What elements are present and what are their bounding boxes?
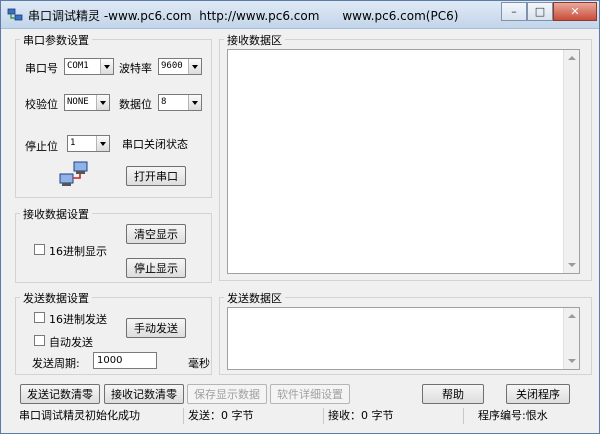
parity-value: NONE — [67, 97, 89, 107]
auto-send-checkbox[interactable] — [34, 335, 45, 346]
receive-area-title: 接收数据区 — [224, 32, 285, 48]
databits-select[interactable]: 8 — [158, 94, 202, 111]
scroll-down-icon[interactable] — [564, 353, 579, 369]
serial-params-group: 串口参数设置 串口号 COM1 波特率 9600 校验位 NONE 数据位 8 … — [15, 32, 212, 198]
hex-send-label: 16进制发送 — [49, 313, 107, 326]
serial-connection-icon — [59, 161, 88, 186]
baud-select[interactable]: 9600 — [158, 58, 202, 75]
send-period-input[interactable]: 1000 — [93, 352, 157, 369]
send-scrollbar[interactable] — [563, 308, 579, 369]
receive-settings-title: 接收数据设置 — [20, 206, 92, 222]
receive-settings-group: 接收数据设置 16进制显示 清空显示 停止显示 — [15, 206, 212, 283]
manual-send-button[interactable]: 手动发送 — [126, 318, 186, 338]
baud-value: 9600 — [161, 61, 183, 71]
send-area-title: 发送数据区 — [224, 290, 285, 306]
hex-send-checkbox[interactable] — [34, 312, 45, 323]
port-value: COM1 — [67, 61, 89, 71]
chevron-down-icon — [96, 95, 109, 110]
databits-value: 8 — [161, 97, 167, 107]
auto-send-label: 自动发送 — [49, 336, 93, 349]
send-data-textarea[interactable] — [227, 307, 580, 370]
parity-select[interactable]: NONE — [64, 94, 110, 111]
chevron-down-icon — [188, 95, 201, 110]
maximize-button[interactable]: □ — [527, 2, 553, 21]
open-port-button[interactable]: 打开串口 — [126, 166, 186, 186]
hex-display-checkbox[interactable] — [34, 244, 45, 255]
receive-data-group: 接收数据区 — [219, 32, 592, 281]
port-select[interactable]: COM1 — [64, 58, 114, 75]
save-display-button[interactable]: 保存显示数据 — [187, 384, 267, 404]
clear-recv-count-button[interactable]: 接收记数清零 — [104, 384, 184, 404]
serial-port-app-icon — [7, 8, 23, 21]
chevron-down-icon — [188, 59, 201, 74]
title-bar[interactable]: 串口调试精灵 -www.pc6.com http://www.pc6.com w… — [1, 1, 599, 29]
stopbits-label: 停止位 — [25, 140, 58, 153]
sent-bytes-status: 发送：0 字节 — [183, 408, 321, 424]
databits-label: 数据位 — [119, 98, 152, 111]
receive-scrollbar[interactable] — [563, 50, 579, 273]
minimize-button[interactable]: – — [501, 2, 527, 21]
send-settings-group: 发送数据设置 16进制发送 自动发送 手动发送 发送周期: 1000 毫秒 — [15, 290, 212, 375]
port-label: 串口号 — [25, 62, 58, 75]
window-title: 串口调试精灵 -www.pc6.com http://www.pc6.com w… — [28, 9, 459, 23]
app-window: 串口调试精灵 -www.pc6.com http://www.pc6.com w… — [0, 0, 600, 434]
stopbits-select[interactable]: 1 — [67, 135, 110, 152]
chevron-down-icon — [96, 136, 109, 151]
hex-display-label: 16进制显示 — [49, 245, 107, 258]
port-status-text: 串口关闭状态 — [122, 138, 188, 151]
close-program-button[interactable]: 关闭程序 — [506, 384, 570, 404]
clear-send-count-button[interactable]: 发送记数清零 — [20, 384, 100, 404]
scroll-up-icon[interactable] — [564, 308, 579, 324]
send-settings-title: 发送数据设置 — [20, 290, 92, 306]
chevron-down-icon — [100, 59, 113, 74]
status-bar: 串口调试精灵初始化成功 发送：0 字节 接收：0 字节 程序编号:恨水 — [1, 405, 599, 433]
send-data-group: 发送数据区 — [219, 290, 592, 375]
stopbits-value: 1 — [70, 138, 76, 148]
advanced-settings-button[interactable]: 软件详细设置 — [270, 384, 350, 404]
stop-display-button[interactable]: 停止显示 — [126, 258, 186, 278]
send-period-unit: 毫秒 — [188, 357, 210, 370]
receive-data-textarea[interactable] — [227, 49, 580, 274]
status-message: 串口调试精灵初始化成功 — [19, 409, 140, 422]
close-window-button[interactable]: ✕ — [553, 2, 597, 21]
baud-label: 波特率 — [119, 62, 152, 75]
serial-params-title: 串口参数设置 — [20, 32, 92, 48]
scroll-down-icon[interactable] — [564, 257, 579, 273]
parity-label: 校验位 — [25, 98, 58, 111]
help-button[interactable]: 帮助 — [422, 384, 484, 404]
scroll-up-icon[interactable] — [564, 50, 579, 66]
program-id-status: 程序编号:恨水 — [463, 408, 583, 424]
received-bytes-status: 接收：0 字节 — [323, 408, 461, 424]
send-period-label: 发送周期: — [32, 357, 80, 370]
clear-display-button[interactable]: 清空显示 — [126, 224, 186, 244]
